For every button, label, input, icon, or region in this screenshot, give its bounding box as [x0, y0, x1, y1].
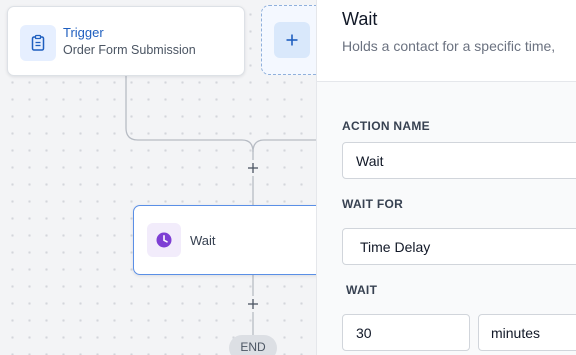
- clipboard-icon: [20, 25, 56, 61]
- wait-unit-select[interactable]: minutes: [478, 314, 576, 351]
- add-trigger-button[interactable]: [274, 22, 310, 58]
- panel-description: Holds a contact for a specific time,: [342, 38, 556, 54]
- wait-node-label: Wait: [190, 233, 216, 248]
- add-step-button[interactable]: [245, 296, 261, 312]
- trigger-node[interactable]: Trigger Order Form Submission: [7, 6, 245, 76]
- panel-title: Wait: [342, 9, 378, 29]
- end-marker: END: [229, 335, 277, 355]
- wait-for-select[interactable]: Time Delay: [342, 228, 576, 265]
- wait-node[interactable]: Wait: [133, 205, 316, 275]
- panel-header: Wait Holds a contact for a specific time…: [317, 0, 576, 82]
- wait-for-value: Time Delay: [360, 238, 431, 255]
- trigger-title: Trigger: [63, 25, 104, 40]
- wait-for-label: WAIT FOR: [342, 197, 404, 211]
- plus-icon: [286, 34, 298, 46]
- wait-amount-input[interactable]: 30: [342, 314, 470, 351]
- add-step-button[interactable]: [245, 160, 261, 176]
- action-settings-panel: Wait Holds a contact for a specific time…: [316, 0, 576, 355]
- add-trigger-placeholder[interactable]: [261, 5, 316, 75]
- wait-label: WAIT: [346, 283, 378, 297]
- action-name-value: Wait: [356, 152, 384, 169]
- trigger-subtitle: Order Form Submission: [63, 43, 196, 57]
- panel-body: ACTION NAME Wait WAIT FOR Time Delay WAI…: [317, 82, 576, 355]
- plus-icon: [248, 163, 258, 173]
- plus-icon: [248, 299, 258, 309]
- wait-unit-value: minutes: [491, 324, 541, 341]
- clock-icon: [147, 223, 181, 257]
- action-name-input[interactable]: Wait: [342, 142, 576, 179]
- workflow-canvas[interactable]: Trigger Order Form Submission Wait END: [0, 0, 316, 355]
- wait-amount-value: 30: [356, 324, 372, 341]
- action-name-label: ACTION NAME: [342, 119, 430, 133]
